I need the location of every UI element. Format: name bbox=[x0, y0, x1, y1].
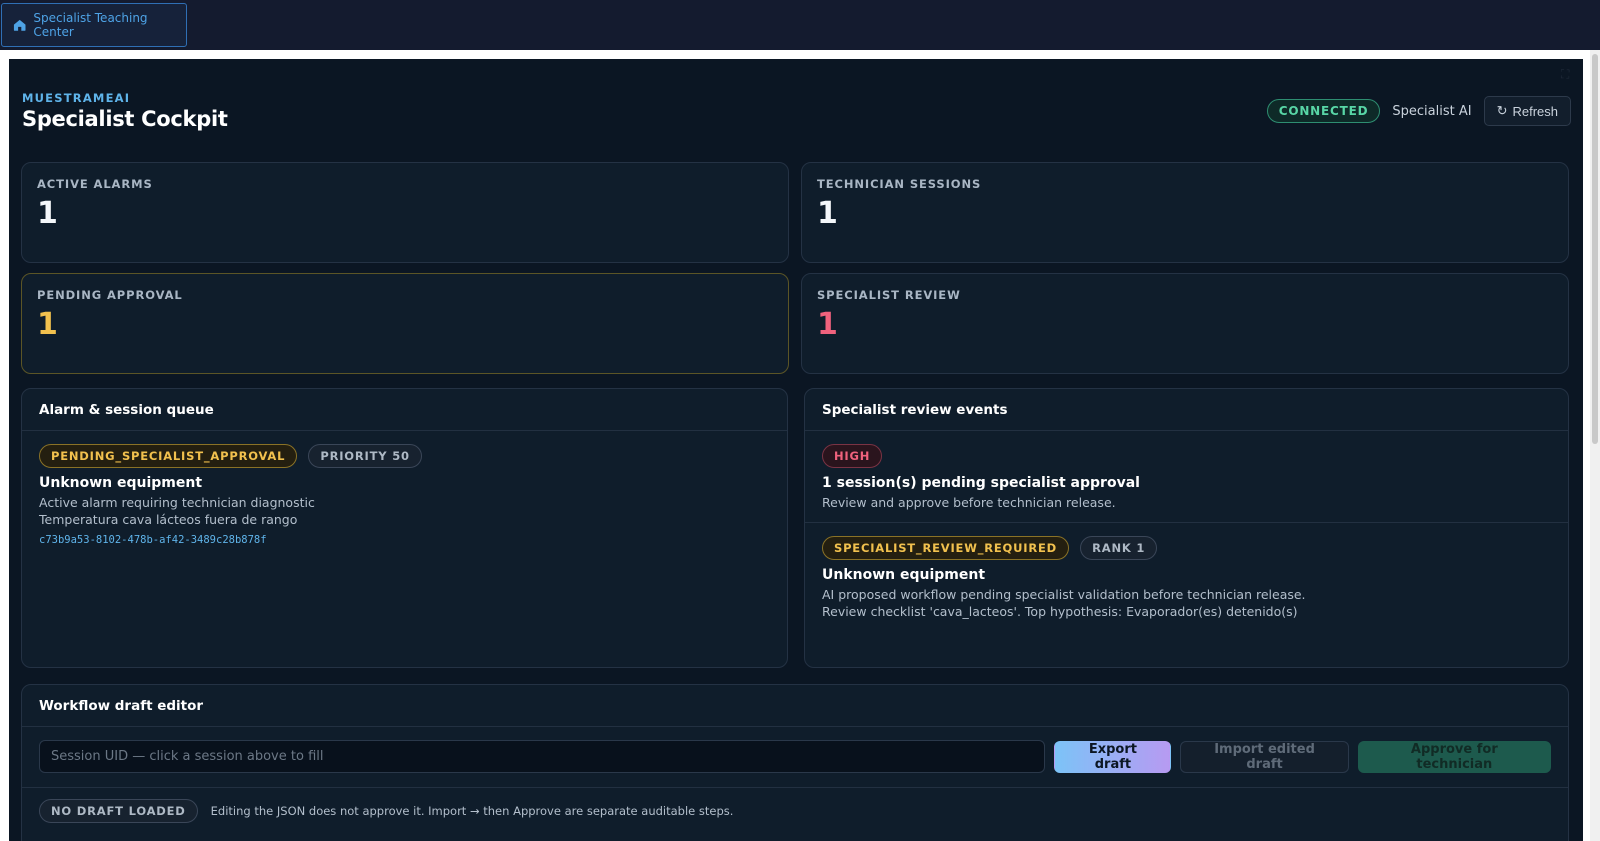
stat-value: 1 bbox=[817, 196, 838, 231]
home-button[interactable]: Specialist Teaching Center bbox=[1, 3, 187, 47]
import-draft-button[interactable]: Import edited draft bbox=[1180, 740, 1349, 773]
severity-badge: HIGH bbox=[822, 444, 883, 468]
review-panel: Specialist review events HIGH 1 session(… bbox=[804, 388, 1569, 668]
session-uid-input[interactable] bbox=[39, 740, 1046, 773]
role-label: Specialist AI bbox=[1392, 103, 1472, 119]
rank-badge: RANK 1 bbox=[1080, 536, 1158, 560]
stat-value: 1 bbox=[37, 307, 58, 342]
review-tag-badge: SPECIALIST_REVIEW_REQUIRED bbox=[822, 536, 1070, 560]
review-event-hypothesis: Review checklist 'cava_lacteos'. Top hyp… bbox=[822, 604, 1298, 619]
cockpit-app: ⛶ MUESTRAMEAI Specialist Cockpit CONNECT… bbox=[9, 59, 1583, 841]
draft-note: Editing the JSON does not approve it. Im… bbox=[210, 804, 734, 818]
queue-panel-title: Alarm & session queue bbox=[22, 389, 787, 431]
review-panel-title: Specialist review events bbox=[805, 389, 1568, 431]
stat-label: TECHNICIAN SESSIONS bbox=[817, 177, 982, 191]
refresh-label: Refresh bbox=[1512, 103, 1558, 119]
stat-label: PENDING APPROVAL bbox=[37, 288, 183, 302]
draft-status-badge: NO DRAFT LOADED bbox=[39, 799, 198, 823]
stat-value: 1 bbox=[37, 196, 58, 231]
refresh-button[interactable]: ↻ Refresh bbox=[1483, 96, 1571, 126]
home-button-label: Specialist Teaching Center bbox=[33, 11, 148, 39]
scrollbar-thumb[interactable] bbox=[1592, 54, 1598, 444]
connection-status-badge: CONNECTED bbox=[1266, 99, 1381, 123]
priority-badge: PRIORITY 50 bbox=[308, 444, 422, 468]
top-bar: Specialist Teaching Center bbox=[0, 0, 1600, 50]
scrollbar[interactable] bbox=[1590, 50, 1600, 841]
queue-item-alarm-text: Temperatura cava lácteos fuera de rango bbox=[39, 512, 298, 527]
header-actions: CONNECTED Specialist AI ↻ Refresh bbox=[1266, 96, 1571, 126]
review-event-title: 1 session(s) pending specialist approval bbox=[822, 475, 1140, 491]
queue-item[interactable]: PENDING_SPECIALIST_APPROVAL PRIORITY 50 … bbox=[22, 431, 787, 559]
stat-active-alarms: ACTIVE ALARMS 1 bbox=[21, 162, 789, 263]
queue-item-description: Active alarm requiring technician diagno… bbox=[39, 495, 315, 510]
review-event-description: AI proposed workflow pending specialist … bbox=[822, 587, 1306, 602]
review-event-badges: SPECIALIST_REVIEW_REQUIRED RANK 1 bbox=[822, 536, 1551, 560]
review-event[interactable]: HIGH 1 session(s) pending specialist app… bbox=[805, 431, 1568, 522]
refresh-icon: ↻ bbox=[1496, 103, 1508, 118]
queue-panel: Alarm & session queue PENDING_SPECIALIST… bbox=[21, 388, 788, 668]
page-title: Specialist Cockpit bbox=[22, 107, 228, 131]
workflow-editor-panel: Workflow draft editor Export draft Impor… bbox=[21, 684, 1569, 841]
stat-value: 1 bbox=[817, 307, 838, 342]
review-event-description: Review and approve before technician rel… bbox=[822, 495, 1116, 510]
queue-item-badges: PENDING_SPECIALIST_APPROVAL PRIORITY 50 bbox=[39, 444, 770, 468]
stat-label: ACTIVE ALARMS bbox=[37, 177, 153, 191]
stat-specialist-review: SPECIALIST REVIEW 1 bbox=[801, 273, 1569, 374]
session-uid-link[interactable]: c73b9a53-8102-478b-af42-3489c28b878f bbox=[39, 534, 770, 546]
home-icon bbox=[13, 19, 26, 31]
brand: MUESTRAMEAI Specialist Cockpit bbox=[22, 91, 228, 131]
workflow-editor-title: Workflow draft editor bbox=[22, 685, 1568, 727]
draft-status-row: NO DRAFT LOADED Editing the JSON does no… bbox=[22, 788, 1568, 834]
review-event[interactable]: SPECIALIST_REVIEW_REQUIRED RANK 1 Unknow… bbox=[805, 522, 1568, 632]
status-badge: PENDING_SPECIALIST_APPROVAL bbox=[39, 444, 298, 468]
stat-technician-sessions: TECHNICIAN SESSIONS 1 bbox=[801, 162, 1569, 263]
queue-item-title: Unknown equipment bbox=[39, 475, 203, 491]
stat-label: SPECIALIST REVIEW bbox=[817, 288, 961, 302]
editor-toolbar: Export draft Import edited draft Approve… bbox=[22, 727, 1568, 788]
expand-icon[interactable]: ⛶ bbox=[1561, 67, 1575, 81]
review-event-title: Unknown equipment bbox=[822, 567, 986, 583]
export-draft-button[interactable]: Export draft bbox=[1054, 740, 1172, 773]
stat-pending-approval: PENDING APPROVAL 1 bbox=[21, 273, 789, 374]
review-event-badges: HIGH bbox=[822, 444, 1551, 468]
approve-for-technician-button[interactable]: Approve for technician bbox=[1357, 740, 1552, 773]
brand-kicker: MUESTRAMEAI bbox=[22, 91, 131, 105]
